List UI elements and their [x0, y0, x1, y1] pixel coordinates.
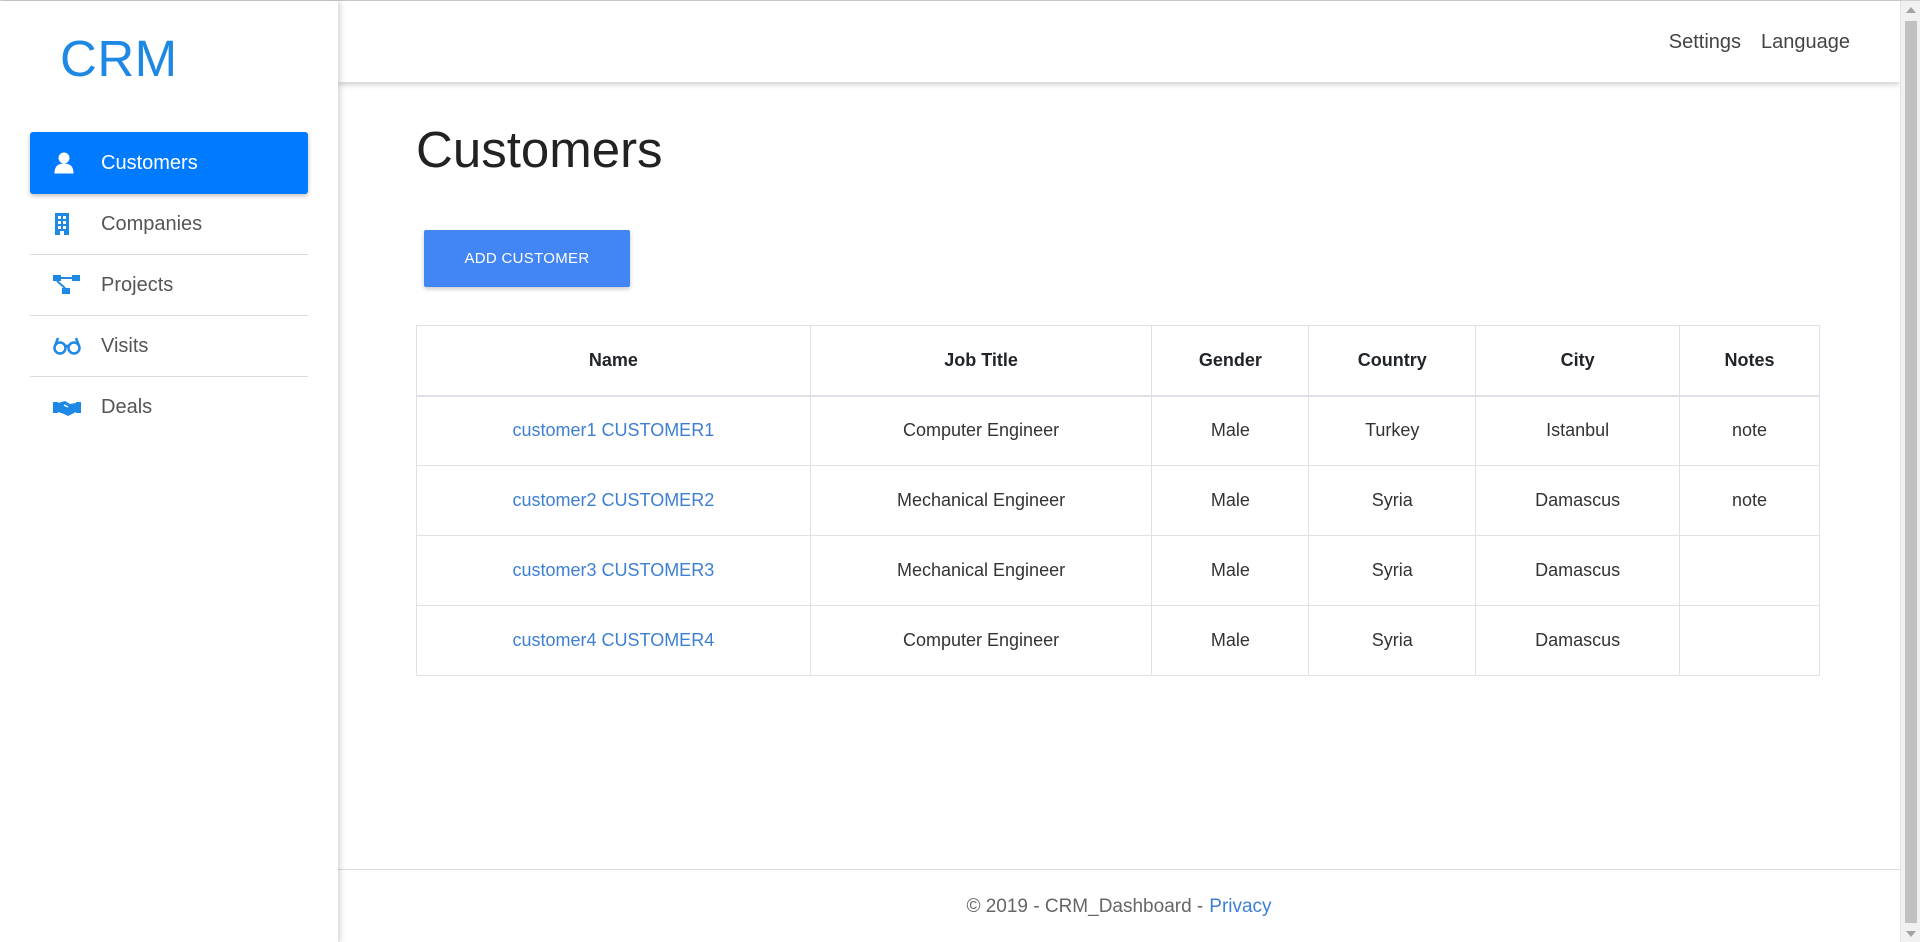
cell-gender: Male [1151, 465, 1310, 536]
cell-country: Syria [1308, 465, 1477, 536]
sidebar-item-deals[interactable]: Deals [30, 377, 308, 438]
table-row: customer1 CUSTOMER1 Computer Engineer Ma… [416, 395, 1820, 466]
sidebar-item-label: Companies [101, 212, 203, 235]
handshake-icon [53, 396, 83, 420]
cell-gender: Male [1151, 605, 1310, 676]
sidebar-item-label: Projects [101, 273, 174, 296]
cell-name: customer4 CUSTOMER4 [416, 605, 811, 676]
sidebar: CRM Customers Companies Projects Visits … [0, 1, 338, 942]
sidebar-item-label: Visits [101, 334, 149, 357]
sidebar-item-projects[interactable]: Projects [30, 255, 308, 316]
cell-country: Turkey [1308, 395, 1477, 466]
app-window: CRM Customers Companies Projects Visits … [0, 0, 1920, 942]
scrollbar-thumb[interactable] [1905, 21, 1917, 923]
sidebar-item-visits[interactable]: Visits [30, 316, 308, 377]
top-bar: Settings Language [338, 1, 1900, 82]
cell-notes: note [1679, 465, 1820, 536]
cell-name: customer3 CUSTOMER3 [416, 535, 811, 606]
glasses-icon [53, 334, 83, 358]
sidebar-item-label: Deals [101, 396, 153, 418]
cell-name: customer2 CUSTOMER2 [416, 465, 811, 536]
table-row: customer2 CUSTOMER2 Mechanical Engineer … [416, 465, 1820, 536]
cell-job-title: Mechanical Engineer [809, 465, 1153, 536]
cell-city: Istanbul [1475, 395, 1681, 466]
cell-city: Damascus [1475, 535, 1681, 606]
cell-city: Damascus [1475, 465, 1681, 536]
cell-notes [1679, 605, 1820, 676]
language-link[interactable]: Language [1761, 31, 1850, 54]
column-header-country: Country [1308, 325, 1477, 397]
cell-gender: Male [1151, 395, 1310, 466]
column-header-city: City [1475, 325, 1681, 397]
sidebar-item-companies[interactable]: Companies [30, 194, 308, 255]
cell-city: Damascus [1475, 605, 1681, 676]
customers-table: Name Job Title Gender Country City Notes… [416, 325, 1820, 676]
add-customer-button[interactable]: ADD CUSTOMER [424, 230, 630, 287]
column-header-gender: Gender [1151, 325, 1310, 397]
column-header-notes: Notes [1679, 325, 1820, 397]
project-diagram-icon [53, 273, 83, 297]
sidebar-nav: Customers Companies Projects Visits Deal… [30, 132, 308, 438]
page-title: Customers [416, 121, 663, 178]
table-row: customer4 CUSTOMER4 Computer Engineer Ma… [416, 605, 1820, 676]
building-icon [53, 212, 83, 236]
table-header-row: Name Job Title Gender Country City Notes [416, 325, 1820, 397]
column-header-name: Name [416, 325, 811, 397]
cell-country: Syria [1308, 535, 1477, 606]
user-icon [53, 151, 83, 175]
cell-country: Syria [1308, 605, 1477, 676]
customer-link[interactable]: customer2 CUSTOMER2 [512, 490, 714, 510]
sidebar-item-customers[interactable]: Customers [30, 132, 308, 194]
scroll-down-icon[interactable] [1906, 931, 1916, 937]
settings-link[interactable]: Settings [1669, 31, 1741, 54]
cell-notes [1679, 535, 1820, 606]
customer-link[interactable]: customer1 CUSTOMER1 [512, 420, 714, 440]
customer-link[interactable]: customer4 CUSTOMER4 [512, 630, 714, 650]
copyright-text: © 2019 - CRM_Dashboard - [966, 895, 1204, 917]
column-header-job-title: Job Title [809, 325, 1153, 397]
cell-notes: note [1679, 395, 1820, 466]
topbar-links: Settings Language [1669, 31, 1850, 54]
cell-job-title: Computer Engineer [809, 605, 1153, 676]
table-row: customer3 CUSTOMER3 Mechanical Engineer … [416, 535, 1820, 606]
main-content: Customers ADD CUSTOMER Name Job Title Ge… [338, 82, 1900, 869]
footer: © 2019 - CRM_Dashboard - Privacy [338, 869, 1900, 942]
customer-link[interactable]: customer3 CUSTOMER3 [512, 560, 714, 580]
cell-gender: Male [1151, 535, 1310, 606]
privacy-link[interactable]: Privacy [1209, 896, 1271, 918]
sidebar-item-label: Customers [101, 151, 198, 174]
app-logo[interactable]: CRM [60, 29, 178, 88]
cell-name: customer1 CUSTOMER1 [416, 395, 811, 466]
cell-job-title: Mechanical Engineer [809, 535, 1153, 606]
vertical-scrollbar[interactable] [1900, 1, 1920, 942]
cell-job-title: Computer Engineer [809, 395, 1153, 466]
scroll-up-icon[interactable] [1906, 7, 1916, 13]
